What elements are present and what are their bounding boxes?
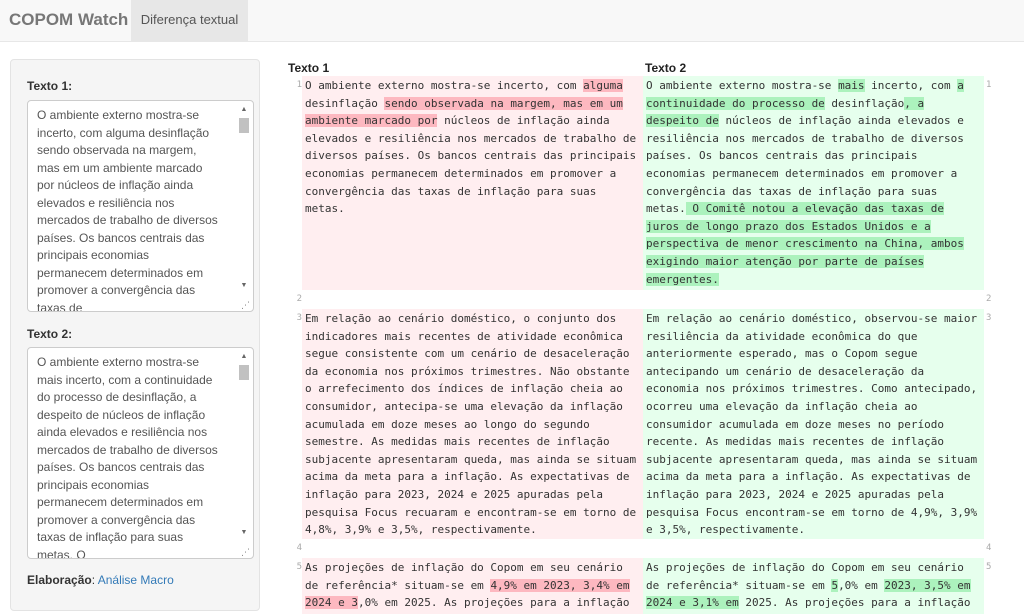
inserted-text-cell: As projeções de inflação do Copom em seu…: [643, 558, 984, 614]
diff-row: 11O ambiente externo mostra-se incerto, …: [288, 76, 1000, 290]
line-number-right: 4: [986, 543, 992, 553]
diff-text: incerto, com: [864, 79, 958, 92]
diff-text: núcleos de inflação ainda elevados e res…: [305, 114, 637, 216]
line-number-left: 3: [296, 313, 302, 323]
diff-text: Em relação ao cenário doméstico, o conju…: [305, 312, 637, 537]
text1-label: Texto 1:: [27, 79, 73, 93]
diff-text: Em relação ao cenário doméstico, observo…: [646, 312, 978, 537]
deleted-highlight: alguma: [583, 79, 623, 92]
inserted-highlight: mais: [838, 79, 865, 92]
text1-scrollbar[interactable]: ▲ ▼: [238, 104, 250, 304]
scroll-thumb[interactable]: [239, 118, 249, 133]
scroll-down-icon[interactable]: ▼: [238, 527, 250, 539]
deleted-text-cell: [302, 539, 643, 558]
line-number-left: 5: [296, 562, 302, 572]
elaboracao-label: Elaboração: [27, 573, 92, 587]
line-number-right: 5: [986, 562, 992, 572]
text2-scrollbar[interactable]: ▲ ▼: [238, 351, 250, 551]
deleted-text-cell: Em relação ao cenário doméstico, o conju…: [302, 309, 643, 539]
line-number-left: 1: [296, 80, 302, 90]
analise-macro-link[interactable]: Análise Macro: [98, 573, 174, 587]
diff-view: 11O ambiente externo mostra-se incerto, …: [288, 76, 1000, 614]
brand-title[interactable]: COPOM Watch: [9, 10, 128, 30]
tab-diferenca-textual[interactable]: Diferença textual: [131, 0, 248, 42]
diff-row: 5 5 As projeções de inflação do Copom em s…: [288, 558, 1000, 614]
resize-handle-icon[interactable]: ⋰: [241, 547, 251, 557]
diff-text: núcleos de inflação ainda elevados e res…: [646, 114, 964, 216]
diff-row: 44: [288, 539, 1000, 558]
navbar: COPOM Watch Diferença textual: [0, 0, 1024, 42]
diff-text: ,0% em 2025. As projeções para a inflaçã…: [357, 596, 630, 610]
inserted-text-cell: [643, 539, 984, 558]
text1-content: O ambiente externo mostra-se incerto, co…: [37, 108, 218, 312]
header-texto-2: Texto 2: [645, 61, 687, 75]
text2-content: O ambiente externo mostra-se mais incert…: [37, 355, 218, 559]
line-number-right: 3: [986, 313, 992, 323]
inserted-text-cell: [643, 290, 984, 309]
inserted-text-cell: Em relação ao cenário doméstico, observo…: [643, 309, 984, 539]
sidebar-panel: Texto 1: O ambiente externo mostra-se in…: [10, 59, 260, 611]
diff-row: 22: [288, 290, 1000, 309]
deleted-text-cell: As projeções de inflação do Copom em seu…: [302, 558, 643, 614]
line-number-left: 2: [296, 294, 302, 304]
diff-text: ,0% em: [838, 578, 885, 592]
diff-text: O ambiente externo mostra-se incerto, co…: [305, 79, 584, 92]
scroll-up-icon[interactable]: ▲: [238, 104, 250, 116]
deleted-text-cell: [302, 290, 643, 309]
diff-row: 3 3 Em relação ao cenário doméstico, o con…: [288, 309, 1000, 539]
diff-text: desinflação: [305, 96, 385, 110]
diff-text: desinflação: [824, 96, 905, 110]
scroll-down-icon[interactable]: ▼: [238, 280, 250, 292]
text1-textarea[interactable]: O ambiente externo mostra-se incerto, co…: [27, 100, 254, 312]
diff-text: O ambiente externo mostra-se: [646, 79, 839, 92]
scroll-thumb[interactable]: [239, 365, 249, 380]
line-number-left: 4: [296, 543, 302, 553]
header-texto-1: Texto 1: [288, 61, 330, 75]
line-number-right: 2: [986, 294, 992, 304]
text2-textarea[interactable]: O ambiente externo mostra-se mais incert…: [27, 347, 254, 559]
inserted-highlight: O Comitê notou a elevação das taxas de j…: [646, 202, 964, 286]
diff-text: 2025. As projeções para a inflação: [738, 596, 971, 610]
deleted-text-cell: O ambiente externo mostra-se incerto, co…: [302, 76, 643, 290]
elaboracao-credit: Elaboração: Análise Macro: [27, 573, 174, 587]
line-number-right: 1: [986, 80, 992, 90]
resize-handle-icon[interactable]: ⋰: [241, 300, 251, 310]
inserted-text-cell: O ambiente externo mostra-se mais incert…: [643, 76, 984, 290]
scroll-up-icon[interactable]: ▲: [238, 351, 250, 363]
text2-label: Texto 2:: [27, 327, 73, 341]
